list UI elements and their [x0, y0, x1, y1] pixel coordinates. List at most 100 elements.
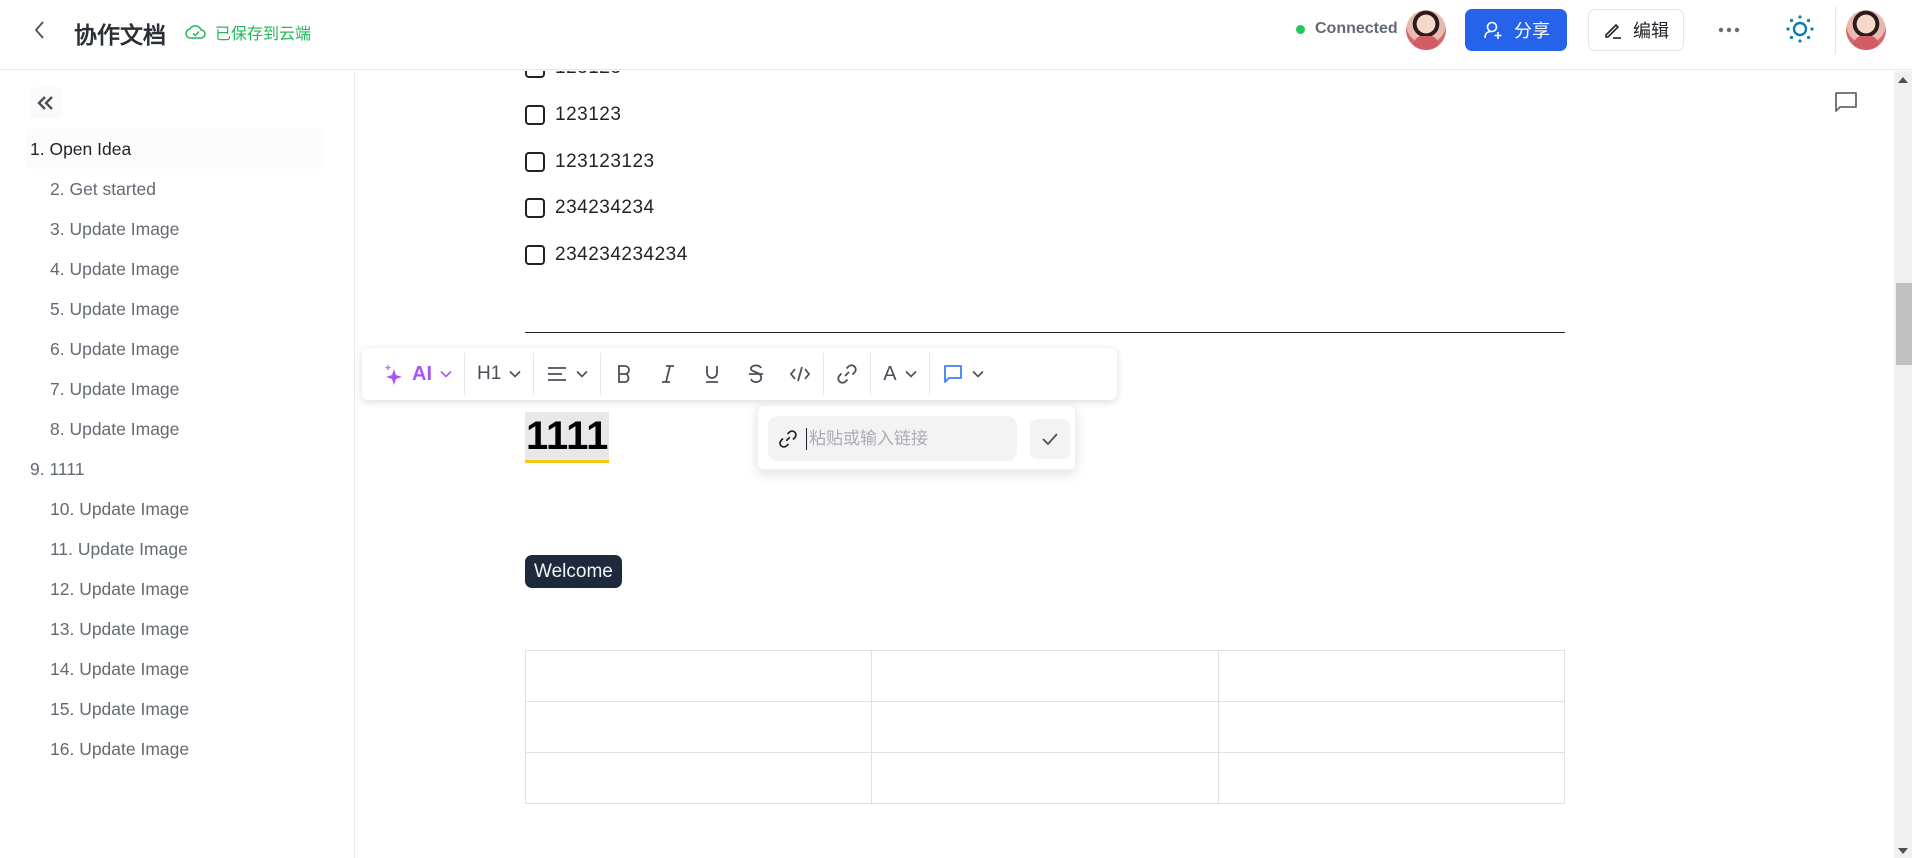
toc-item[interactable]: 11. Update Image: [26, 529, 324, 569]
inline-code-button[interactable]: [785, 356, 815, 392]
text-align-dropdown[interactable]: [542, 356, 592, 392]
toc-item[interactable]: 6. Update Image: [26, 329, 324, 369]
selected-heading[interactable]: 1111: [525, 412, 610, 463]
table-cell[interactable]: [871, 752, 1219, 804]
comments-panel-button[interactable]: [1833, 89, 1863, 117]
theme-toggle-button[interactable]: [1785, 14, 1815, 44]
task-text[interactable]: 234234234234: [555, 244, 688, 266]
text-style-group: [601, 348, 823, 400]
user-avatar[interactable]: [1846, 10, 1886, 50]
toc-item[interactable]: 1. Open Idea: [26, 129, 324, 169]
toc-item[interactable]: 5. Update Image: [26, 289, 324, 329]
share-button[interactable]: 分享: [1465, 9, 1567, 51]
heading-level-dropdown[interactable]: H1: [473, 356, 525, 392]
save-status: 已保存到云端: [185, 20, 311, 44]
ai-assistant-button[interactable]: AI: [380, 356, 456, 392]
back-button[interactable]: [28, 18, 52, 42]
task-text[interactable]: 123123: [555, 71, 621, 79]
connection-status-text: Connected: [1315, 20, 1398, 37]
table-row: [524, 650, 1566, 702]
task-text[interactable]: 123123: [555, 104, 621, 126]
comment-icon: [943, 365, 962, 383]
toc-item[interactable]: 12. Update Image: [26, 569, 324, 609]
welcome-badge[interactable]: Welcome: [525, 555, 622, 588]
table-cell[interactable]: [871, 650, 1219, 702]
document-editor[interactable]: 123123 123123 123123123 234234234 234234…: [356, 71, 1896, 858]
task-checkbox[interactable]: [525, 198, 545, 218]
toc-item[interactable]: 7. Update Image: [26, 369, 324, 409]
link-group: [824, 348, 870, 400]
italic-button[interactable]: [653, 356, 683, 392]
outline-sidebar: 1. Open Idea 2. Get started 3. Update Imag…: [0, 71, 355, 858]
scrollbar-thumb[interactable]: [1896, 283, 1912, 365]
top-header: 协作文档 已保存到云端 Connected 分享 编辑: [0, 0, 1912, 70]
scroll-up-arrow-icon[interactable]: [1898, 77, 1908, 83]
sparkle-icon: [384, 364, 402, 385]
ai-label: AI: [412, 362, 432, 385]
table-cell[interactable]: [524, 650, 873, 702]
task-checkbox[interactable]: [525, 71, 545, 78]
table-cell[interactable]: [871, 701, 1219, 753]
toc-item[interactable]: 9. 1111: [26, 449, 324, 489]
strikethrough-icon: [749, 364, 764, 384]
toc-item[interactable]: 14. Update Image: [26, 649, 324, 689]
toc-item[interactable]: 16. Update Image: [26, 729, 324, 769]
table-cell[interactable]: [524, 701, 873, 753]
content-table: [524, 650, 1566, 804]
user-add-icon: [1484, 21, 1502, 39]
toc-item[interactable]: 2. Get started: [26, 169, 324, 209]
scroll-down-arrow-icon[interactable]: [1898, 848, 1908, 854]
task-text[interactable]: 123123123: [555, 151, 655, 173]
toc-item[interactable]: 15. Update Image: [26, 689, 324, 729]
more-options-button[interactable]: [1714, 18, 1744, 42]
font-color-dropdown[interactable]: A: [879, 356, 920, 392]
task-checkbox[interactable]: [525, 245, 545, 265]
bold-button[interactable]: [609, 356, 639, 392]
task-item: 234234234: [525, 197, 655, 219]
confirm-link-button[interactable]: [1030, 419, 1070, 459]
table-cell[interactable]: [524, 752, 873, 804]
horizontal-rule: [525, 332, 1565, 333]
italic-icon: [662, 365, 675, 383]
toc-item[interactable]: 10. Update Image: [26, 489, 324, 529]
table-row: [524, 752, 1566, 804]
heading-level-label: H1: [477, 363, 502, 384]
table-cell[interactable]: [1217, 650, 1566, 702]
toc-item[interactable]: 3. Update Image: [26, 209, 324, 249]
toc-item[interactable]: 4. Update Image: [26, 249, 324, 289]
bold-icon: [618, 365, 631, 383]
task-checkbox[interactable]: [525, 152, 545, 172]
editor-scrollbar[interactable]: [1894, 71, 1912, 858]
link-input-wrapper: [768, 416, 1017, 461]
toc-item[interactable]: 13. Update Image: [26, 609, 324, 649]
format-toolbar: AI H1 A: [362, 348, 1117, 400]
align-left-icon: [548, 367, 567, 381]
task-item: 234234234234: [525, 244, 688, 266]
collapse-sidebar-button[interactable]: [30, 87, 62, 119]
table-cell[interactable]: [1217, 752, 1566, 804]
chevron-down-icon: [576, 370, 588, 378]
add-comment-dropdown[interactable]: [938, 356, 988, 392]
task-item: 123123: [525, 104, 621, 126]
ai-group: AI: [372, 348, 464, 400]
underline-button[interactable]: [697, 356, 727, 392]
table-cell[interactable]: [1217, 701, 1566, 753]
task-checkbox[interactable]: [525, 105, 545, 125]
heading-group: H1: [465, 348, 533, 400]
save-status-text: 已保存到云端: [215, 26, 312, 43]
link-button[interactable]: [832, 356, 862, 392]
toc-item[interactable]: 8. Update Image: [26, 409, 324, 449]
chevron-down-icon: [509, 370, 521, 378]
connected-dot-icon: [1296, 24, 1305, 34]
chevrons-left-icon: [37, 96, 53, 110]
link-url-input[interactable]: [806, 427, 1006, 450]
task-text[interactable]: 234234234: [555, 197, 655, 219]
align-group: [534, 348, 600, 400]
chevron-left-icon: [34, 21, 44, 39]
font-color-label: A: [883, 362, 897, 385]
strikethrough-button[interactable]: [741, 356, 771, 392]
collaborator-avatar[interactable]: [1406, 10, 1446, 50]
link-popover: [757, 405, 1076, 470]
edit-button[interactable]: 编辑: [1588, 9, 1684, 51]
comment-group: [930, 348, 996, 400]
